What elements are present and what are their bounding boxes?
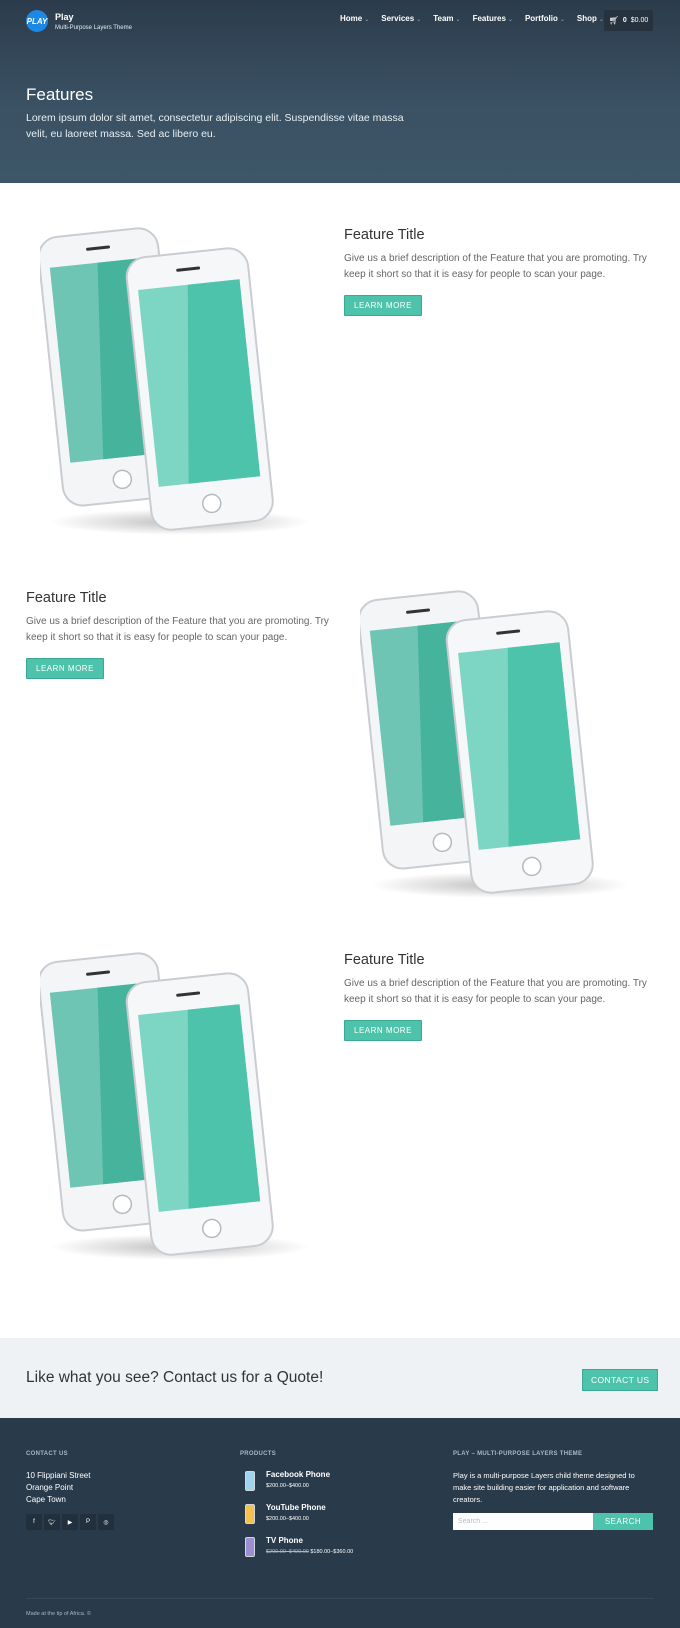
search-button[interactable]: SEARCH [593, 1513, 653, 1530]
product-name[interactable]: YouTube Phone [266, 1503, 326, 1512]
dribbble-icon[interactable]: ◎ [98, 1514, 114, 1530]
product-item[interactable]: YouTube Phone $200.00–$400.00 [240, 1503, 420, 1533]
cta-banner: Like what you see? Contact us for a Quot… [0, 1338, 680, 1418]
about-text: Play is a multi-purpose Layers child the… [453, 1471, 635, 1504]
feature-text: Feature Title Give us a brief descriptio… [344, 952, 654, 1041]
phones-image [37, 220, 320, 540]
cart-icon: 🛒︎ [608, 16, 619, 25]
product-thumbnail [245, 1471, 255, 1491]
site-logo[interactable]: PLAY [26, 10, 48, 32]
product-price: $200.00–$400.00 $180.00–$360.00 [266, 1549, 353, 1555]
feature-row: Feature Title Give us a brief descriptio… [0, 563, 680, 903]
learn-more-button[interactable]: LEARN MORE [344, 295, 422, 316]
phones-illustration [37, 227, 310, 535]
products-heading: PRODUCTS [240, 1451, 277, 1457]
product-price: $200.00–$400.00 [266, 1516, 309, 1522]
contact-us-button[interactable]: CONTACT US [582, 1369, 659, 1391]
feature-description: Give us a brief description of the Featu… [344, 253, 647, 280]
nav-item-team[interactable]: Team ⌄ [433, 14, 460, 23]
nav-item-home[interactable]: Home ⌄ [340, 14, 369, 23]
social-links: f 🐦︎ ▶ P ◎ [26, 1514, 114, 1530]
footer-divider [26, 1598, 654, 1599]
main-nav: Home ⌄ Services ⌄ Team ⌄ Features ⌄ Portfoli… [340, 14, 616, 23]
contact-address: 10 Flippiani Street Orange Point Cape To… [26, 1470, 90, 1506]
product-name[interactable]: TV Phone [266, 1536, 303, 1545]
pinterest-icon[interactable]: P [80, 1514, 96, 1530]
product-thumbnail [245, 1537, 255, 1557]
feature-row: Feature Title Give us a brief descriptio… [0, 200, 680, 540]
page-header: PLAY Play Multi-Purpose Layers Theme Hom… [0, 0, 680, 183]
cta-text: Like what you see? Contact us for a Quot… [26, 1369, 324, 1386]
product-price: $200.00–$400.00 [266, 1483, 309, 1489]
nav-item-shop[interactable]: Shop ⌄ [577, 14, 604, 23]
feature-description: Give us a brief description of the Featu… [26, 616, 329, 643]
nav-item-services[interactable]: Services ⌄ [381, 14, 421, 23]
product-thumbnail [245, 1504, 255, 1524]
contact-heading: CONTACT US [26, 1451, 68, 1457]
address-line: Cape Town [26, 1495, 66, 1504]
feature-row: Feature Title Give us a brief descriptio… [0, 925, 680, 1265]
cart-button[interactable]: 🛒︎ 0 $0.00 [604, 10, 653, 31]
search-input[interactable] [453, 1513, 593, 1530]
product-item[interactable]: TV Phone $200.00–$400.00 $180.00–$360.00 [240, 1536, 420, 1566]
chevron-down-icon: ⌄ [559, 17, 565, 23]
site-tagline: Multi-Purpose Layers Theme [55, 25, 132, 31]
chevron-down-icon: ⌄ [507, 17, 513, 23]
twitter-icon[interactable]: 🐦︎ [44, 1514, 60, 1530]
feature-description: Give us a brief description of the Featu… [344, 978, 647, 1005]
product-item[interactable]: Facebook Phone $200.00–$400.00 [240, 1470, 420, 1500]
address-line: Orange Point [26, 1483, 74, 1492]
address-line: 10 Flippiani Street [26, 1471, 91, 1480]
phones-image [357, 583, 640, 903]
feature-text: Feature Title Give us a brief descriptio… [344, 227, 654, 316]
cart-count: 0 [622, 17, 627, 24]
nav-item-features[interactable]: Features ⌄ [473, 14, 513, 23]
feature-title: Feature Title [344, 952, 425, 968]
site-name[interactable]: Play [55, 12, 74, 22]
learn-more-button[interactable]: LEARN MORE [344, 1020, 422, 1041]
search-form: SEARCH [453, 1513, 653, 1530]
site-footer: CONTACT US 10 Flippiani Street Orange Po… [0, 1418, 680, 1628]
cart-total: $0.00 [630, 17, 649, 24]
copyright-text: Made at the tip of Africa. © [26, 1611, 91, 1617]
chevron-down-icon: ⌄ [455, 17, 461, 23]
feature-title: Feature Title [26, 590, 107, 606]
feature-title: Feature Title [344, 227, 425, 243]
phones-illustration [37, 952, 310, 1260]
nav-item-portfolio[interactable]: Portfolio ⌄ [525, 14, 565, 23]
page-title: Features [26, 85, 94, 104]
chevron-down-icon: ⌄ [416, 17, 422, 23]
about-heading: PLAY – MULTI-PURPOSE LAYERS THEME [453, 1451, 583, 1457]
learn-more-button[interactable]: LEARN MORE [26, 658, 104, 679]
product-old-price: $200.00–$400.00 [266, 1549, 309, 1555]
chevron-down-icon: ⌄ [364, 17, 370, 23]
feature-text: Feature Title Give us a brief descriptio… [26, 590, 336, 679]
product-name[interactable]: Facebook Phone [266, 1470, 330, 1479]
product-sale-price: $180.00–$360.00 [310, 1549, 354, 1555]
youtube-icon[interactable]: ▶ [62, 1514, 78, 1530]
page-excerpt: Lorem ipsum dolor sit amet, consectetur … [26, 112, 404, 140]
phones-image [37, 945, 320, 1265]
phones-illustration [357, 590, 630, 898]
facebook-icon[interactable]: f [26, 1514, 42, 1530]
